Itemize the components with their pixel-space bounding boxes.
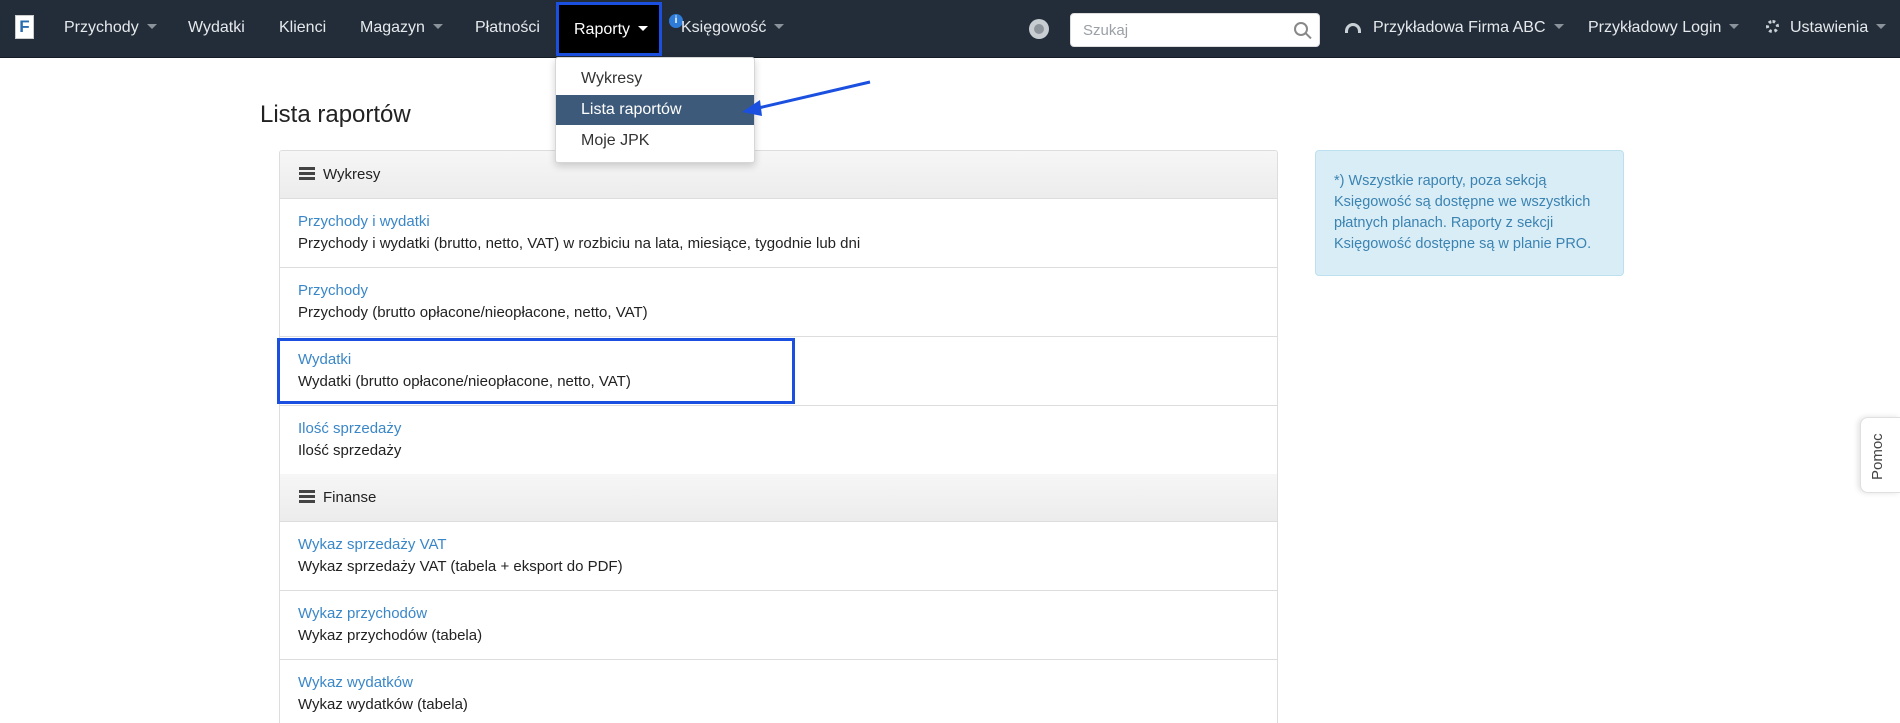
nav-ksiegowosc[interactable]: Księgowość	[681, 0, 785, 58]
report-description: Wykaz sprzedaży VAT (tabela + eksport do…	[298, 558, 623, 575]
menu-icon	[299, 490, 315, 503]
chevron-down-icon	[1553, 24, 1564, 29]
nav-przychody-label: Przychody	[64, 19, 139, 36]
section-header-wykresy: Wykresy	[280, 151, 1277, 199]
menu-icon	[299, 167, 315, 180]
chevron-down-icon	[774, 24, 785, 29]
annotation-arrow-icon	[742, 80, 871, 116]
nav-raporty-label: Raporty	[574, 21, 631, 38]
list-item: Ilość sprzedaży Ilość sprzedaży	[280, 406, 1277, 475]
section-title: Wykresy	[323, 166, 381, 183]
list-item: Wykaz wydatków Wykaz wydatków (tabela)	[280, 660, 1277, 723]
nav-raporty-highlight: Raporty	[556, 2, 662, 56]
section-header-finanse: Finanse	[280, 474, 1277, 522]
report-description: Przychody (brutto opłacone/nieopłacone, …	[298, 304, 648, 321]
help-tab-label: Pomoc	[1869, 433, 1886, 480]
nav-company-label: Przykładowa Firma ABC	[1373, 19, 1546, 36]
nav-raporty[interactable]: Raporty	[574, 5, 649, 53]
nav-login[interactable]: Przykładowy Login	[1588, 0, 1740, 58]
report-link[interactable]: Wykaz wydatków	[298, 674, 413, 691]
menu-item-lista-raportow[interactable]: Lista raportów	[556, 95, 754, 125]
report-link[interactable]: Wykaz przychodów	[298, 605, 427, 622]
search-box	[1070, 13, 1320, 47]
page-title: Lista raportów	[260, 101, 411, 128]
list-item: Wykaz sprzedaży VAT Wykaz sprzedaży VAT …	[280, 522, 1277, 591]
nav-login-label: Przykładowy Login	[1588, 19, 1722, 36]
report-link[interactable]: Wykaz sprzedaży VAT	[298, 536, 447, 553]
chevron-down-icon	[1876, 24, 1887, 29]
list-item: Wykaz przychodów Wykaz przychodów (tabel…	[280, 591, 1277, 660]
raporty-dropdown-menu: Wykresy Lista raportów Moje JPK	[555, 57, 755, 163]
chevron-down-icon	[146, 24, 157, 29]
search-icon[interactable]	[1294, 22, 1308, 36]
chevron-down-icon	[638, 26, 649, 31]
nav-ksiegowosc-label: Księgowość	[681, 19, 767, 36]
menu-item-wykresy[interactable]: Wykresy	[556, 64, 754, 94]
nav-platnosci[interactable]: Płatności	[475, 0, 540, 58]
search-input[interactable]	[1083, 15, 1283, 45]
nav-wydatki[interactable]: Wydatki	[188, 0, 245, 58]
nav-magazyn[interactable]: Magazyn	[360, 0, 443, 58]
report-link[interactable]: Przychody i wydatki	[298, 213, 430, 230]
report-description: Wykaz wydatków (tabela)	[298, 696, 468, 713]
list-item: Przychody Przychody (brutto opłacone/nie…	[280, 268, 1277, 337]
nav-settings[interactable]: Ustawienia	[1766, 0, 1887, 58]
gear-icon	[1766, 20, 1779, 33]
nav-klienci[interactable]: Klienci	[279, 0, 326, 58]
report-description: Ilość sprzedaży	[298, 442, 402, 459]
report-description: Wykaz przychodów (tabela)	[298, 627, 483, 644]
nav-magazyn-label: Magazyn	[360, 19, 425, 36]
menu-item-moje-jpk[interactable]: Moje JPK	[556, 126, 754, 156]
bug-icon[interactable]	[1029, 19, 1049, 39]
plan-info-alert: *) Wszystkie raporty, poza sekcją Księgo…	[1315, 150, 1624, 276]
annotation-highlight-box	[277, 338, 795, 404]
help-tab[interactable]: Pomoc	[1860, 417, 1900, 493]
section-title: Finanse	[323, 489, 377, 506]
top-navbar: F Przychody Wydatki Klienci Magazyn Płat…	[0, 0, 1900, 58]
chevron-down-icon	[432, 24, 443, 29]
dashboard-icon	[1345, 23, 1361, 33]
report-list-panel: Wykresy Przychody i wydatki Przychody i …	[279, 150, 1278, 723]
nav-przychody[interactable]: Przychody	[64, 0, 157, 58]
report-link[interactable]: Przychody	[298, 282, 368, 299]
app-logo[interactable]: F	[15, 15, 34, 39]
nav-settings-label: Ustawienia	[1790, 19, 1869, 36]
nav-company[interactable]: Przykładowa Firma ABC	[1345, 0, 1564, 58]
list-item: Przychody i wydatki Przychody i wydatki …	[280, 199, 1277, 268]
report-description: Przychody i wydatki (brutto, netto, VAT)…	[298, 235, 861, 252]
chevron-down-icon	[1729, 24, 1740, 29]
report-link[interactable]: Ilość sprzedaży	[298, 420, 401, 437]
